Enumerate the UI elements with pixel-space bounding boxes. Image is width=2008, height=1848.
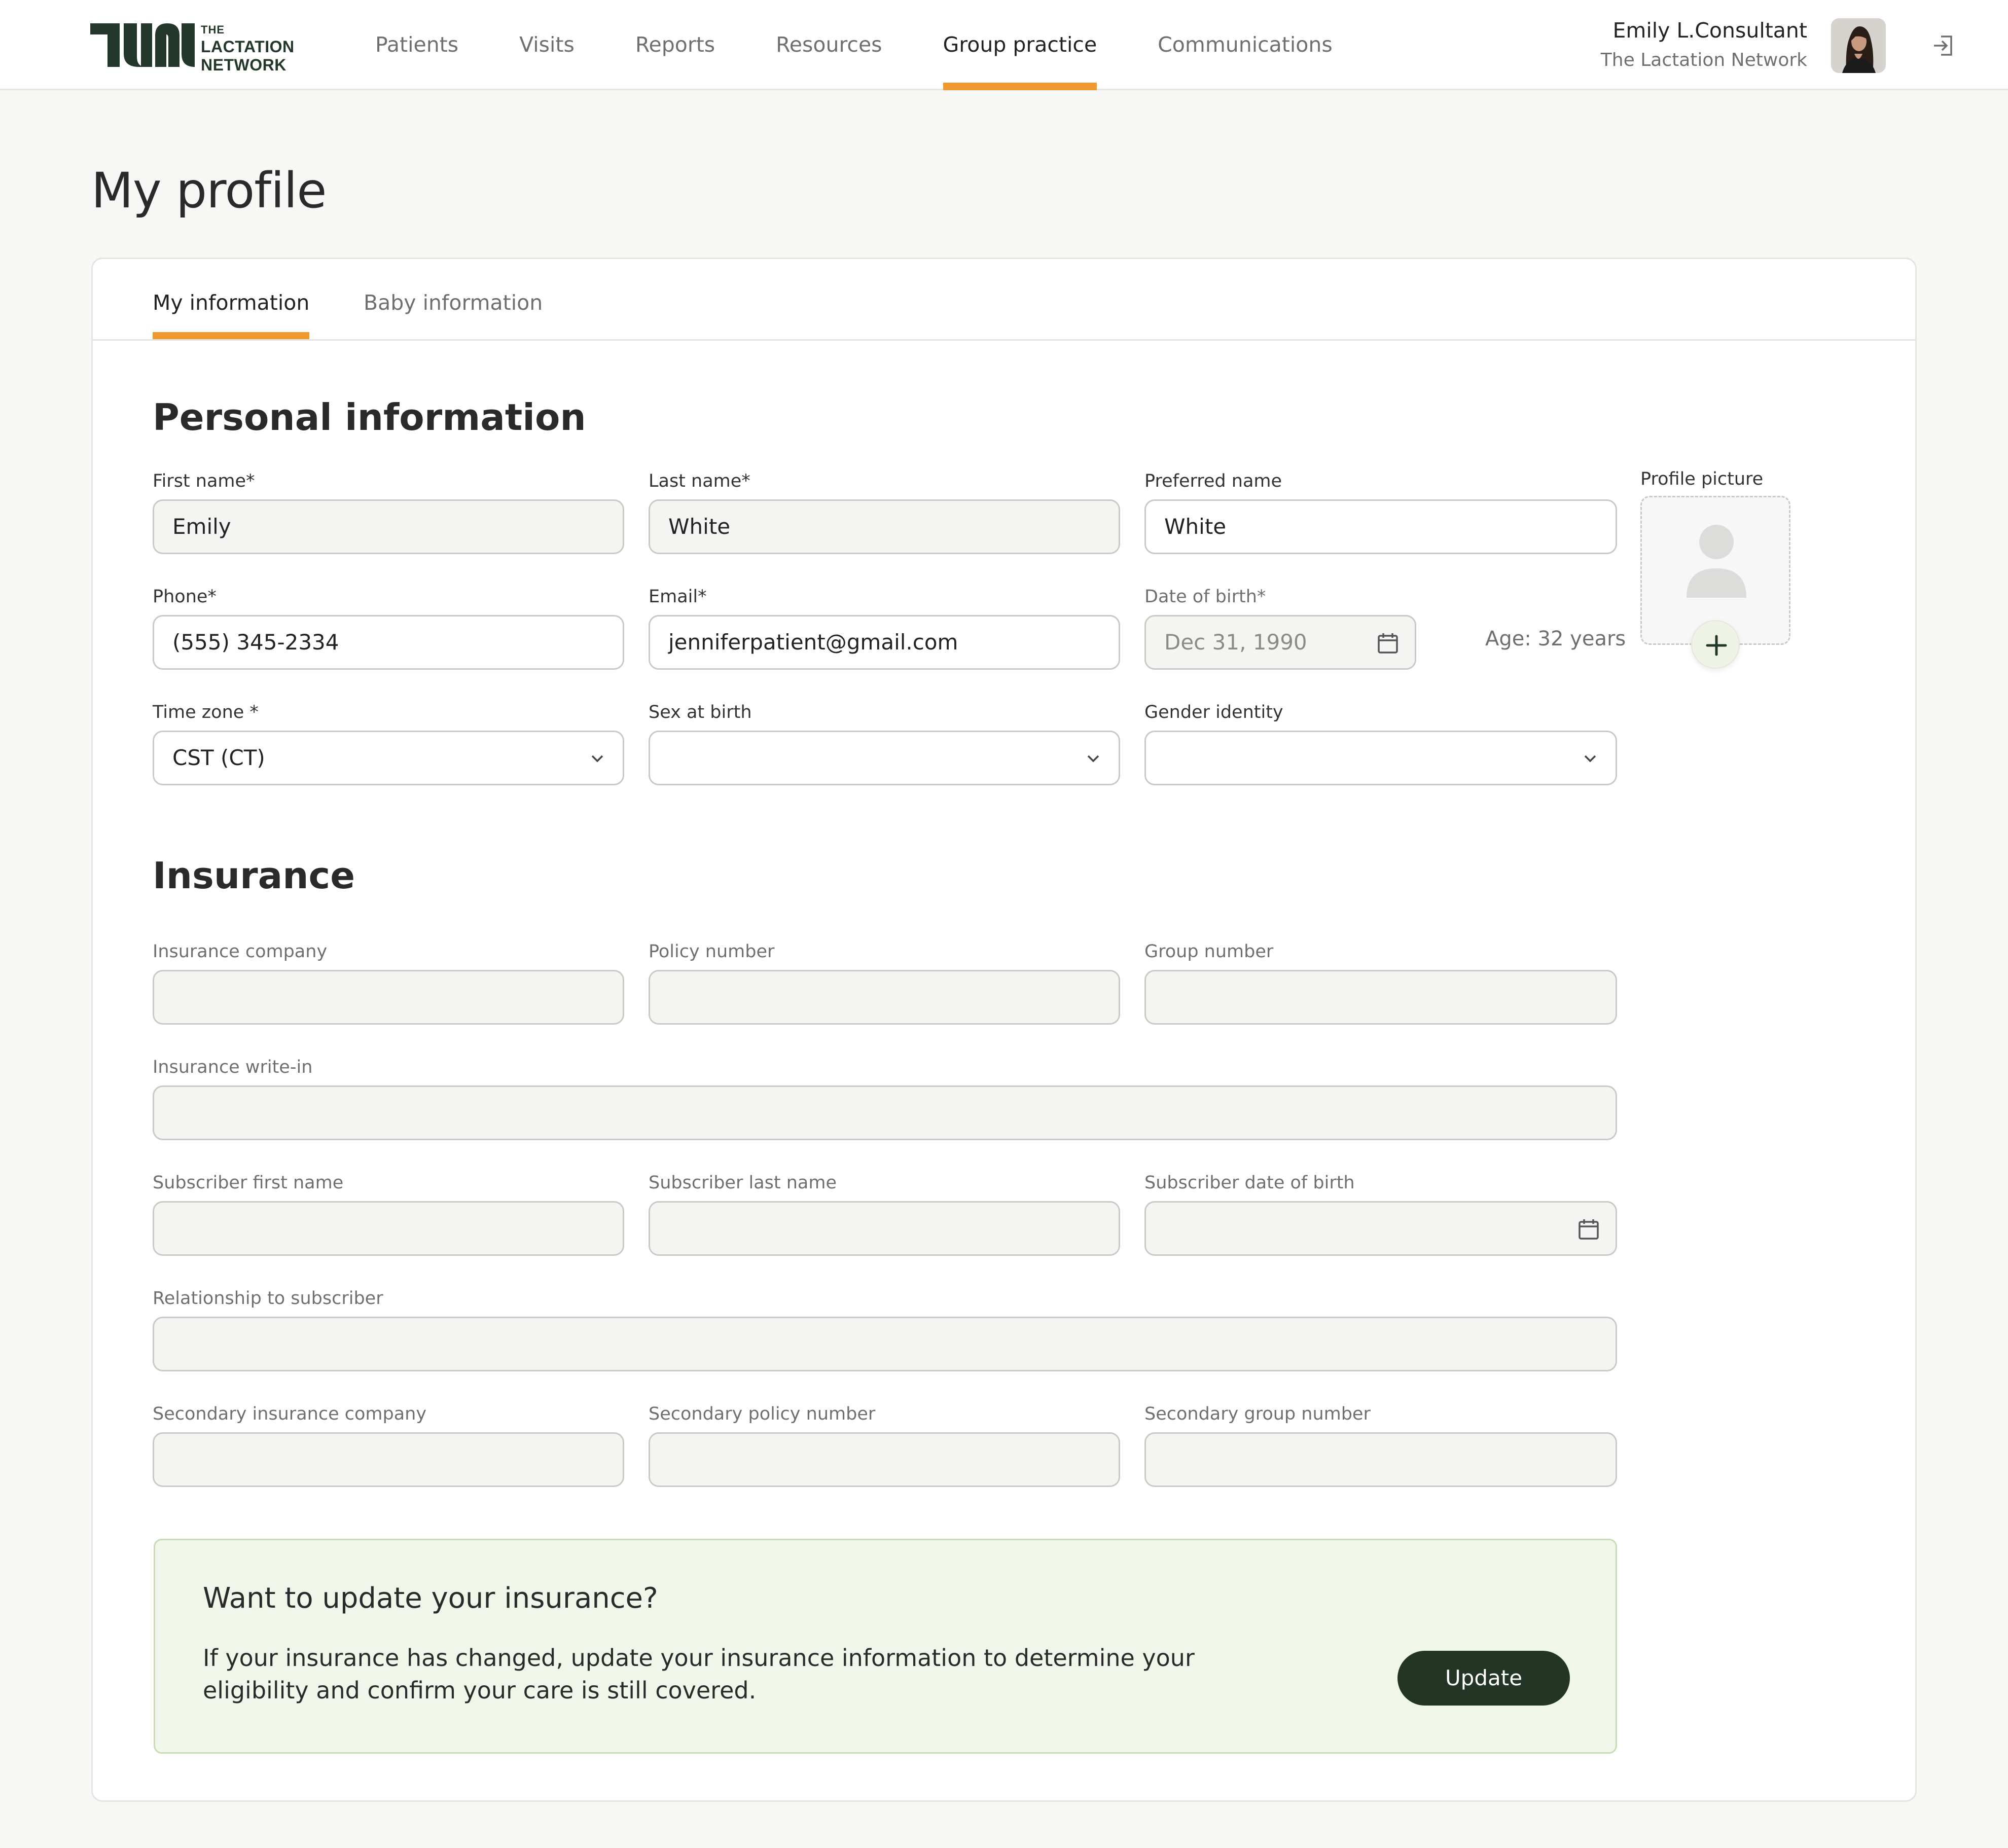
personal-information-heading: Personal information: [153, 396, 586, 439]
insurance-write-in-field[interactable]: [153, 1085, 1617, 1140]
date-of-birth-value: Dec 31, 1990: [1164, 630, 1307, 655]
secondary-group-number-label: Secondary group number: [1144, 1404, 1371, 1424]
subscriber-first-name-field[interactable]: [153, 1201, 624, 1256]
user-portrait-icon: [1831, 18, 1886, 73]
main-nav: Patients Visits Reports Resources Group …: [375, 0, 1393, 90]
insurance-company-label: Insurance company: [153, 941, 328, 962]
chevron-down-icon: [1584, 755, 1596, 763]
user-info[interactable]: Emily L.Consultant The Lactation Network: [1601, 18, 1807, 70]
secondary-policy-number-field[interactable]: [649, 1432, 1120, 1487]
person-placeholder-icon: [1687, 525, 1746, 598]
last-name-field[interactable]: White: [649, 499, 1120, 554]
top-navigation-bar: THE LACTATION NETWORK Patients Visits Re…: [0, 0, 2008, 90]
subscriber-last-name-label: Subscriber last name: [649, 1173, 837, 1193]
phone-field[interactable]: (555) 345-2334: [153, 615, 624, 670]
group-number-label: Group number: [1144, 941, 1274, 962]
logo-line-1: THE: [201, 23, 225, 36]
chevron-down-icon: [1087, 755, 1099, 763]
tln-logo-mark-icon: [90, 23, 195, 67]
calendar-icon[interactable]: [1577, 1218, 1600, 1241]
gender-identity-select[interactable]: [1144, 731, 1617, 785]
subscriber-first-name-label: Subscriber first name: [153, 1173, 344, 1193]
nav-item-resources[interactable]: Resources: [776, 0, 882, 90]
email-field[interactable]: jenniferpatient@gmail.com: [649, 615, 1120, 670]
calendar-icon[interactable]: [1376, 632, 1400, 655]
logo-line-2: LACTATION: [201, 38, 295, 56]
gender-identity-label: Gender identity: [1144, 702, 1283, 722]
update-insurance-banner: Want to update your insurance? If your i…: [154, 1539, 1617, 1754]
nav-item-patients[interactable]: Patients: [375, 0, 458, 90]
secondary-insurance-company-label: Secondary insurance company: [153, 1404, 427, 1424]
age-display: Age: 32 years: [1485, 627, 1626, 650]
nav-item-group-practice[interactable]: Group practice: [943, 0, 1097, 90]
user-name: Emily L.Consultant: [1612, 18, 1808, 43]
insurance-heading: Insurance: [153, 854, 355, 897]
time-zone-select[interactable]: CST (CT): [153, 731, 624, 785]
date-of-birth-field[interactable]: Dec 31, 1990: [1144, 615, 1416, 670]
first-name-label: First name*: [153, 471, 255, 491]
nav-item-communications[interactable]: Communications: [1158, 0, 1333, 90]
page-title: My profile: [91, 162, 327, 219]
avatar[interactable]: [1831, 18, 1886, 73]
insurance-write-in-label: Insurance write-in: [153, 1057, 313, 1077]
phone-label: Phone*: [153, 587, 217, 607]
email-label: Email*: [649, 587, 707, 607]
update-insurance-button[interactable]: Update: [1397, 1651, 1570, 1706]
preferred-name-field[interactable]: White: [1144, 499, 1617, 554]
subscriber-dob-label: Subscriber date of birth: [1144, 1173, 1355, 1193]
group-number-field[interactable]: [1144, 970, 1617, 1025]
subscriber-last-name-field[interactable]: [649, 1201, 1120, 1256]
tab-my-information[interactable]: My information: [153, 259, 310, 339]
logo-line-3: NETWORK: [201, 56, 286, 74]
sex-at-birth-label: Sex at birth: [649, 702, 752, 722]
banner-title: Want to update your insurance?: [203, 1582, 658, 1615]
profile-tabs: My information Baby information: [93, 259, 1915, 341]
logo-wordmark: THE LACTATION NETWORK: [201, 23, 302, 74]
secondary-policy-number-label: Secondary policy number: [649, 1404, 876, 1424]
user-organization: The Lactation Network: [1600, 50, 1807, 70]
preferred-name-label: Preferred name: [1144, 471, 1282, 491]
tab-baby-information[interactable]: Baby information: [364, 259, 543, 339]
subscriber-dob-field[interactable]: [1144, 1201, 1617, 1256]
policy-number-label: Policy number: [649, 941, 775, 962]
insurance-company-field[interactable]: [153, 970, 624, 1025]
nav-item-visits[interactable]: Visits: [519, 0, 575, 90]
nav-item-reports[interactable]: Reports: [635, 0, 715, 90]
time-zone-value: CST (CT): [172, 745, 265, 770]
secondary-group-number-field[interactable]: [1144, 1432, 1617, 1487]
plus-icon: [1706, 635, 1727, 656]
profile-picture-label: Profile picture: [1640, 469, 1764, 489]
profile-card: My information Baby information Personal…: [91, 258, 1917, 1802]
relationship-to-subscriber-field[interactable]: [153, 1317, 1617, 1371]
date-of-birth-label: Date of birth*: [1144, 587, 1266, 607]
last-name-label: Last name*: [649, 471, 750, 491]
secondary-insurance-company-field[interactable]: [153, 1432, 624, 1487]
banner-text: If your insurance has changed, update yo…: [203, 1644, 1195, 1704]
sex-at-birth-select[interactable]: [649, 731, 1120, 785]
time-zone-label: Time zone *: [153, 702, 259, 722]
chevron-down-icon: [591, 755, 603, 763]
tln-logo[interactable]: THE LACTATION NETWORK: [90, 23, 294, 73]
first-name-field[interactable]: Emily: [153, 499, 624, 554]
policy-number-field[interactable]: [649, 970, 1120, 1025]
add-photo-button[interactable]: [1691, 620, 1740, 669]
logout-icon[interactable]: [1931, 33, 1955, 58]
relationship-to-subscriber-label: Relationship to subscriber: [153, 1288, 383, 1309]
